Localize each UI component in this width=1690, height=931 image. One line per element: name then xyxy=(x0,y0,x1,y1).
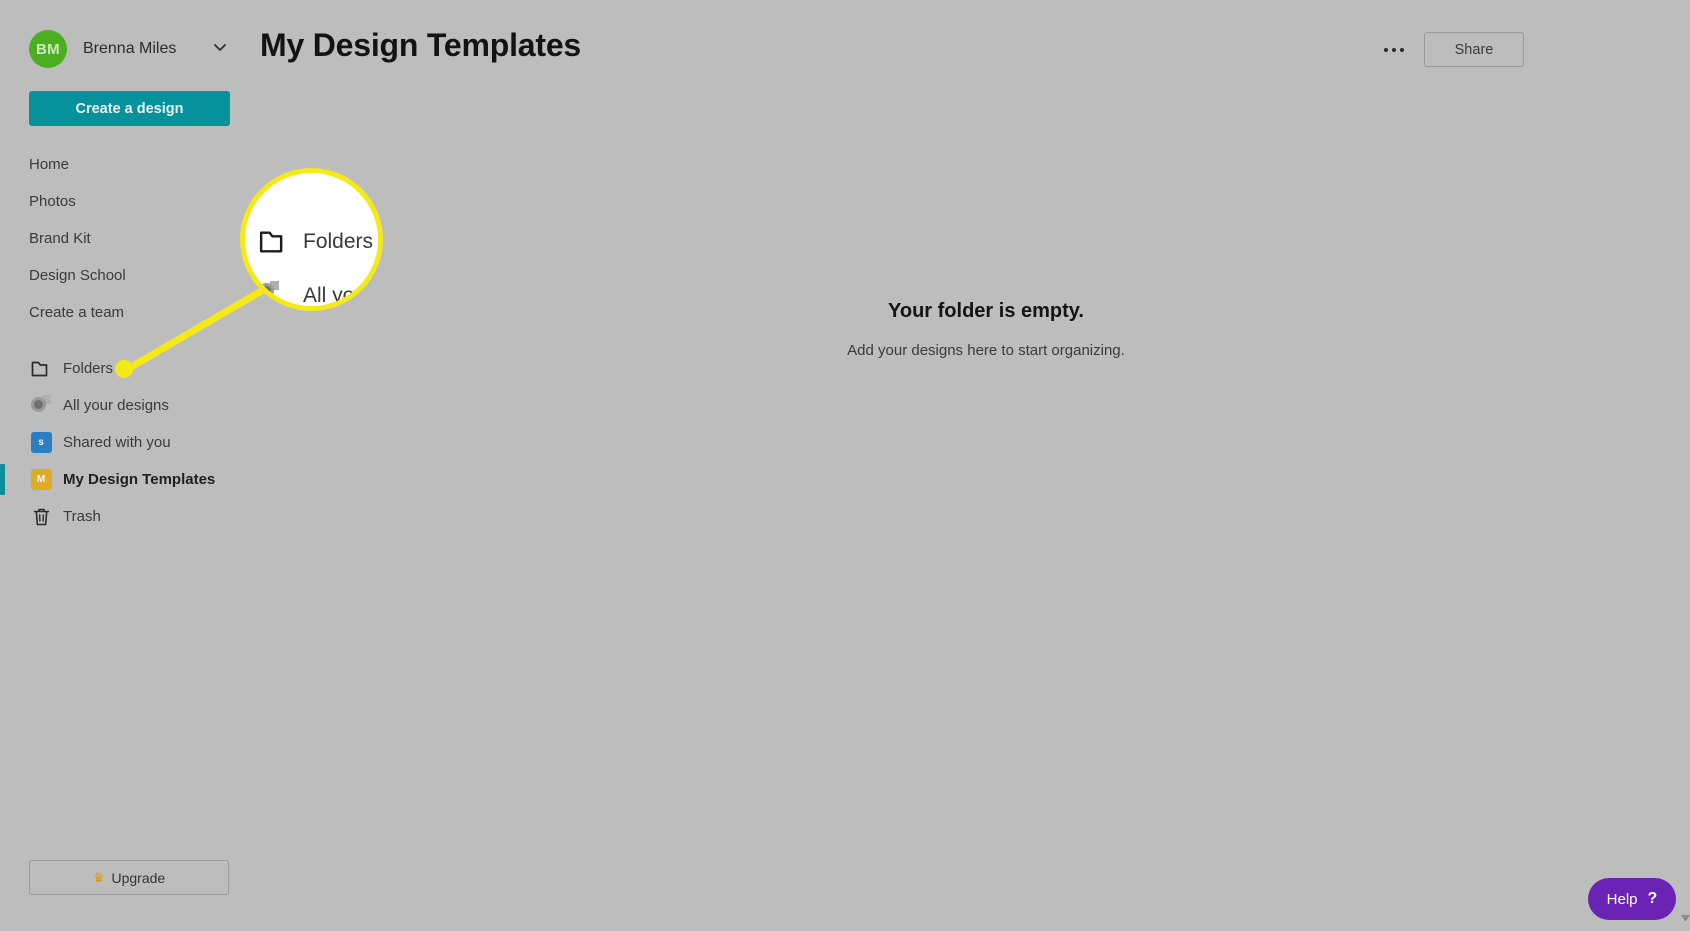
avatar: BM xyxy=(29,30,67,68)
shared-folder-badge: s xyxy=(30,432,52,453)
sidebar-item-home[interactable]: Home xyxy=(0,146,282,183)
help-button[interactable]: Help ? xyxy=(1588,878,1676,920)
sidebar-item-my-design-templates[interactable]: M My Design Templates xyxy=(0,461,282,498)
upgrade-button[interactable]: ♛ Upgrade xyxy=(29,860,229,895)
page-title: My Design Templates xyxy=(260,27,582,63)
templates-folder-icon: M xyxy=(29,468,53,492)
sidebar-item-label: My Design Templates xyxy=(63,471,216,488)
question-mark-icon: ? xyxy=(1647,890,1658,907)
app-window: BM Brenna Miles Create a design Home Pho… xyxy=(0,0,1690,931)
sidebar-item-photos[interactable]: Photos xyxy=(0,183,282,220)
magnified-item-label: All yo xyxy=(303,284,355,307)
folder-icon xyxy=(29,357,53,381)
sidebar: BM Brenna Miles Create a design Home Pho… xyxy=(0,0,282,931)
account-name: Brenna Miles xyxy=(83,40,177,57)
sidebar-item-label: Brand Kit xyxy=(29,230,91,247)
folder-icon xyxy=(257,225,291,259)
crown-icon: ♛ xyxy=(92,870,105,885)
magnifier-callout: Folders All yo xyxy=(240,168,383,311)
all-designs-icon xyxy=(29,394,53,418)
help-label: Help xyxy=(1606,890,1638,908)
sidebar-item-label: Trash xyxy=(63,508,101,525)
sidebar-item-trash[interactable]: Trash xyxy=(0,498,282,535)
upgrade-label: Upgrade xyxy=(111,869,166,886)
sidebar-item-label: Photos xyxy=(29,193,76,210)
sidebar-item-label: Shared with you xyxy=(63,434,171,451)
sidebar-item-label: Home xyxy=(29,156,70,173)
empty-state-title: Your folder is empty. xyxy=(888,300,1084,322)
magnified-item-folders: Folders xyxy=(257,225,373,259)
chevron-down-icon[interactable] xyxy=(213,40,227,54)
magnified-item-label: Folders xyxy=(303,230,374,253)
sidebar-item-shared-with-you[interactable]: s Shared with you xyxy=(0,424,282,461)
sidebar-item-label: Folders xyxy=(63,360,114,377)
share-button[interactable]: Share xyxy=(1424,32,1524,67)
create-a-design-button[interactable]: Create a design xyxy=(29,91,230,126)
trash-icon xyxy=(29,505,53,529)
ellipsis-icon[interactable] xyxy=(1376,36,1412,64)
active-indicator xyxy=(0,464,5,495)
sidebar-item-label: All your designs xyxy=(63,397,169,414)
sidebar-item-all-your-designs[interactable]: All your designs xyxy=(0,387,282,424)
sidebar-item-label: Design School xyxy=(29,267,126,284)
empty-state-subtitle: Add your designs here to start organizin… xyxy=(847,342,1125,359)
account-switcher[interactable]: BM Brenna Miles xyxy=(29,29,249,69)
sidebar-folders-nav: Folders All your designs s Shared with y… xyxy=(0,350,282,535)
shared-folder-icon: s xyxy=(29,431,53,455)
scroll-down-arrow-icon[interactable] xyxy=(1681,915,1690,924)
sidebar-item-design-school[interactable]: Design School xyxy=(0,257,282,294)
templates-folder-badge: M xyxy=(30,469,52,490)
